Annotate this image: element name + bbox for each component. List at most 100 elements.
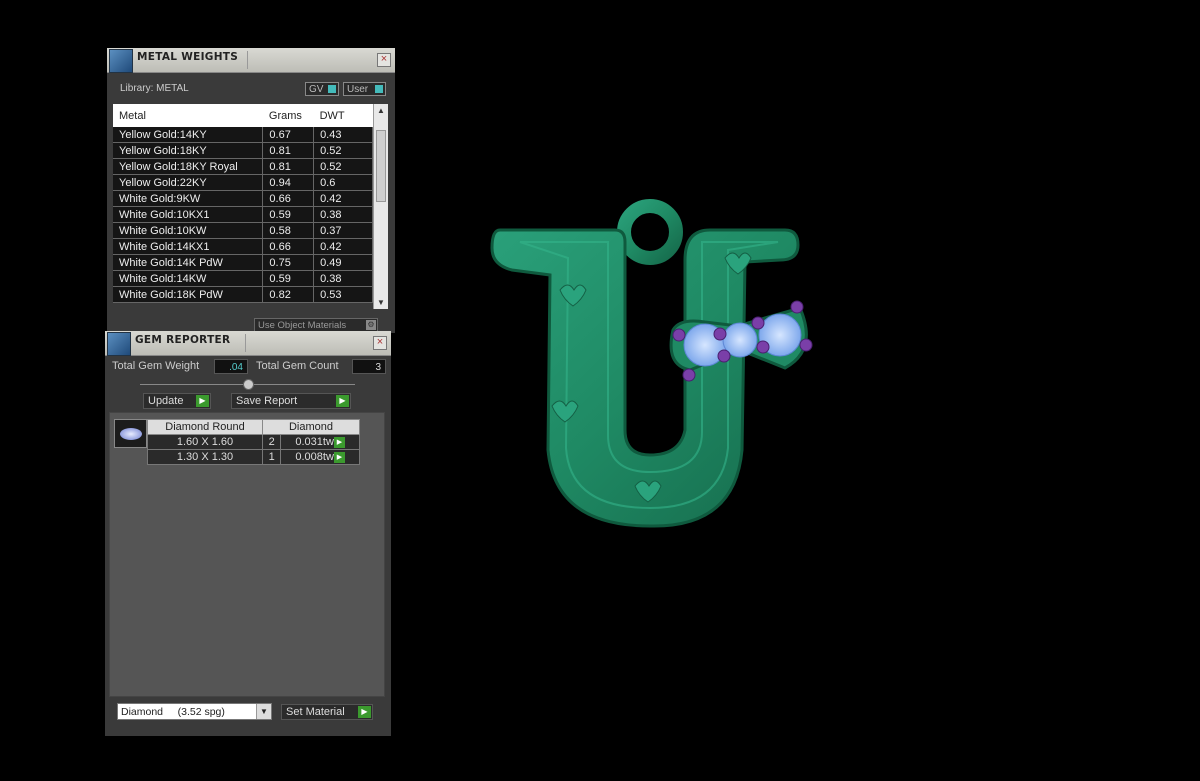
grams-cell: 0.81 xyxy=(262,158,315,175)
table-row[interactable]: White Gold:9KW 0.66 0.42 xyxy=(113,190,373,207)
table-row[interactable]: White Gold:10KX1 0.59 0.38 xyxy=(113,206,373,223)
chevron-down-icon[interactable]: ▼ xyxy=(256,704,271,719)
update-button[interactable]: Update ▶ xyxy=(143,393,211,409)
gem-weight-value: 0.031tw xyxy=(295,436,334,448)
column-header-metal[interactable]: Metal xyxy=(113,104,263,127)
gem-shape-header: Diamond Round xyxy=(147,419,263,435)
play-icon: ▶ xyxy=(358,706,371,718)
toggle-indicator-icon xyxy=(375,85,383,93)
user-toggle[interactable]: User xyxy=(343,82,386,96)
table-row[interactable]: White Gold:14K PdW 0.75 0.49 xyxy=(113,254,373,271)
metal-name-cell: White Gold:14K PdW xyxy=(113,254,264,271)
metal-weights-titlebar[interactable]: METAL WEIGHTS × xyxy=(107,48,395,73)
dwt-cell: 0.6 xyxy=(313,174,373,191)
dwt-cell: 0.42 xyxy=(313,190,373,207)
dwt-cell: 0.38 xyxy=(313,206,373,223)
table-row[interactable]: White Gold:10KW 0.58 0.37 xyxy=(113,222,373,239)
dwt-cell: 0.52 xyxy=(313,142,373,159)
grams-cell: 0.66 xyxy=(262,190,315,207)
library-label: Library: METAL xyxy=(120,83,189,94)
table-row[interactable]: Yellow Gold:22KY 0.94 0.6 xyxy=(113,174,373,191)
gem-reporter-title: GEM REPORTER xyxy=(135,334,231,346)
table-row[interactable]: Yellow Gold:14KY 0.67 0.43 xyxy=(113,127,373,143)
grams-cell: 0.59 xyxy=(262,270,315,287)
u-pendant-body xyxy=(490,199,800,528)
gem-row[interactable]: 1.60 X 1.60 2 0.031tw ▶ xyxy=(147,434,360,450)
title-separator xyxy=(245,334,246,352)
gem-table: Diamond Round Diamond 1.60 X 1.60 2 0.031t… xyxy=(147,419,360,465)
gem-count-cell: 2 xyxy=(261,434,282,450)
metal-name-cell: Yellow Gold:14KY xyxy=(113,127,264,143)
grams-cell: 0.58 xyxy=(262,222,315,239)
gem-weight-value: 0.008tw xyxy=(295,451,334,463)
user-toggle-label: User xyxy=(347,84,369,95)
column-header-grams[interactable]: Grams xyxy=(262,104,314,127)
dwt-cell: 0.53 xyxy=(313,286,373,303)
scrollbar-thumb[interactable] xyxy=(376,130,386,202)
gem-weight-cell: 0.031tw ▶ xyxy=(280,434,360,450)
grams-cell: 0.94 xyxy=(262,174,315,191)
save-report-button-label: Save Report xyxy=(236,395,298,407)
round-diamond-icon xyxy=(120,428,142,440)
play-icon: ▶ xyxy=(196,395,209,407)
gem-weight-cell: 0.008tw ▶ xyxy=(280,449,360,465)
total-gem-weight-label: Total Gem Weight xyxy=(112,360,200,372)
material-select-value: Diamond (3.52 spg) xyxy=(121,706,225,718)
scroll-down-icon[interactable]: ▼ xyxy=(377,298,385,307)
play-icon[interactable]: ▶ xyxy=(333,451,345,463)
bail-ring xyxy=(617,199,683,265)
slider-handle-icon[interactable] xyxy=(243,379,254,390)
metal-weights-title: METAL WEIGHTS xyxy=(137,51,239,63)
save-report-button[interactable]: Save Report ▶ xyxy=(231,393,351,409)
gem-thumbnail[interactable] xyxy=(114,419,147,448)
gem-size-value: 1.60 X 1.60 xyxy=(176,436,234,448)
material-select[interactable]: Diamond (3.52 spg) ▼ xyxy=(117,703,272,720)
close-icon[interactable]: × xyxy=(377,53,391,67)
dwt-cell: 0.42 xyxy=(313,238,373,255)
toggle-indicator-icon xyxy=(328,85,336,93)
metal-weights-icon xyxy=(109,49,133,73)
gv-toggle[interactable]: GV xyxy=(305,82,339,96)
dwt-cell: 0.43 xyxy=(313,127,373,143)
play-icon: ▶ xyxy=(336,395,349,407)
table-row[interactable]: Yellow Gold:18KY 0.81 0.52 xyxy=(113,142,373,159)
table-header-row: Metal Grams DWT xyxy=(113,104,373,127)
table-row[interactable]: White Gold:14KW 0.59 0.38 xyxy=(113,270,373,287)
grams-cell: 0.81 xyxy=(262,142,315,159)
gem-size-cell: 1.30 X 1.30 xyxy=(147,449,263,465)
gem-size-cell: 1.60 X 1.60 xyxy=(147,434,263,450)
dwt-cell: 0.49 xyxy=(313,254,373,271)
gem-reporter-titlebar[interactable]: GEM REPORTER × xyxy=(105,331,391,356)
gem-count-value: 1 xyxy=(268,451,275,463)
dwt-cell: 0.38 xyxy=(313,270,373,287)
metal-name-cell: Yellow Gold:22KY xyxy=(113,174,264,191)
total-gem-weight-value: .04 xyxy=(214,359,248,374)
gem-material-header: Diamond xyxy=(262,419,360,435)
use-object-materials-label: Use Object Materials xyxy=(258,320,347,331)
metal-name-cell: White Gold:9KW xyxy=(113,190,264,207)
grams-cell: 0.66 xyxy=(262,238,315,255)
column-header-dwt[interactable]: DWT xyxy=(313,104,373,127)
gem-count-cell: 1 xyxy=(261,449,282,465)
metal-name-cell: White Gold:10KX1 xyxy=(113,206,264,223)
set-material-button[interactable]: Set Material ▶ xyxy=(281,704,373,720)
update-button-label: Update xyxy=(148,395,184,407)
play-icon[interactable]: ▶ xyxy=(333,436,345,448)
viewport-3d-model[interactable] xyxy=(480,190,830,535)
grams-cell: 0.75 xyxy=(262,254,315,271)
gem-size-value: 1.30 X 1.30 xyxy=(176,451,234,463)
table-row[interactable]: White Gold:18K PdW 0.82 0.53 xyxy=(113,286,373,303)
gem-row[interactable]: 1.30 X 1.30 1 0.008tw ▶ xyxy=(147,449,360,465)
total-gem-count-value: 3 xyxy=(352,359,386,374)
metal-name-cell: Yellow Gold:18KY xyxy=(113,142,264,159)
dwt-cell: 0.37 xyxy=(313,222,373,239)
use-object-materials-button[interactable]: Use Object Materials ⚙ xyxy=(254,318,378,332)
table-row[interactable]: Yellow Gold:18KY Royal 0.81 0.52 xyxy=(113,158,373,175)
gem-count-value: 2 xyxy=(268,436,275,448)
table-row[interactable]: White Gold:14KX1 0.66 0.42 xyxy=(113,238,373,255)
metal-name-cell: White Gold:14KW xyxy=(113,270,264,287)
metal-table-scrollbar[interactable]: ▲ ▼ xyxy=(373,104,388,309)
scroll-up-icon[interactable]: ▲ xyxy=(377,106,385,115)
close-icon[interactable]: × xyxy=(373,336,387,350)
grams-cell: 0.59 xyxy=(262,206,315,223)
